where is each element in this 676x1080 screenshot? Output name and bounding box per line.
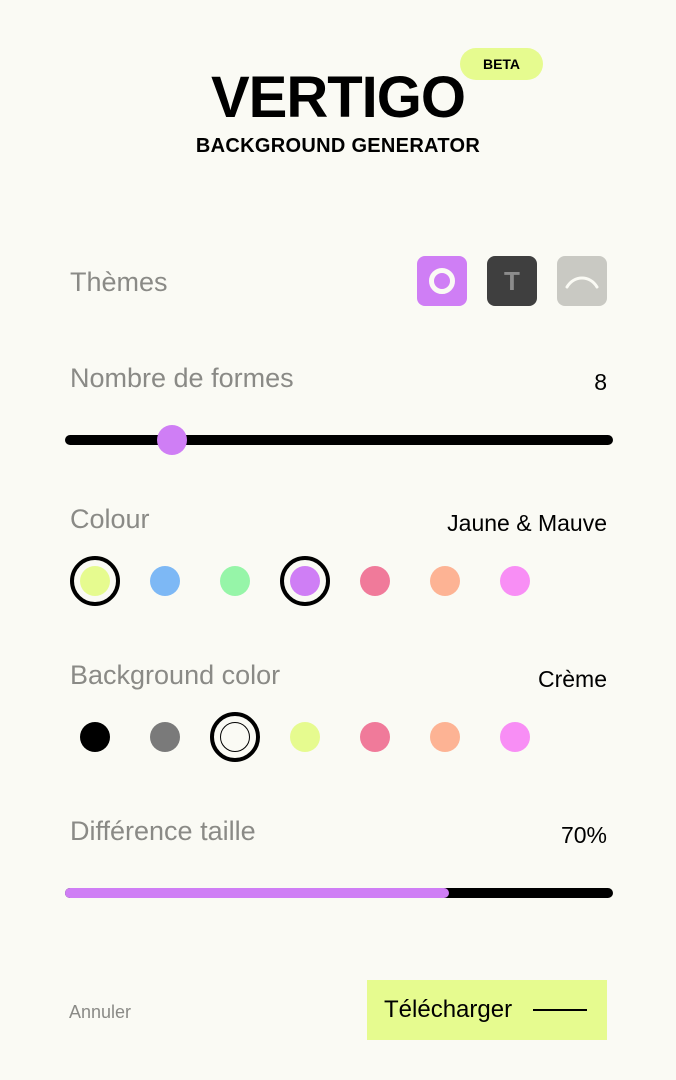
theme-wave-button[interactable] (557, 256, 607, 306)
colour-swatch-dot (360, 566, 390, 596)
beta-badge: BETA (460, 48, 543, 80)
colour-swatch-dot (80, 566, 110, 596)
app-subtitle: BACKGROUND GENERATOR (195, 135, 481, 157)
colour-swatch[interactable] (490, 556, 540, 606)
background-color-label: Background color (70, 660, 281, 690)
background-color-swatch[interactable] (490, 712, 540, 762)
shapes-value: 8 (594, 369, 607, 395)
background-color-swatch-dot (220, 722, 250, 752)
background-color-value: Crème (537, 666, 607, 692)
download-label: Télécharger (384, 996, 513, 1023)
colour-value: Jaune & Mauve (447, 510, 607, 536)
background-color-swatch-dot (80, 722, 110, 752)
background-color-swatch-dot (360, 722, 390, 752)
colour-swatch[interactable] (280, 556, 330, 606)
letter-t-icon: T (504, 265, 520, 296)
background-color-swatch[interactable] (210, 712, 260, 762)
arrow-line-icon (533, 1009, 588, 1011)
colour-swatch[interactable] (70, 556, 120, 606)
colour-swatch-dot (290, 566, 320, 596)
background-color-swatch-dot (150, 722, 180, 752)
shapes-slider-knob[interactable] (156, 425, 187, 455)
circle-ring-icon (429, 268, 455, 294)
size-difference-slider-track[interactable] (65, 888, 613, 898)
colour-swatch[interactable] (140, 556, 190, 606)
cancel-link[interactable]: Annuler (69, 1002, 131, 1023)
download-button[interactable]: Télécharger (367, 980, 607, 1040)
theme-text-button[interactable]: T (487, 256, 537, 306)
theme-circle-button[interactable] (417, 256, 467, 306)
colour-label: Colour (70, 504, 150, 534)
colour-swatch[interactable] (350, 556, 400, 606)
colour-swatch-dot (150, 566, 180, 596)
wave-icon (565, 276, 599, 289)
background-color-swatch[interactable] (70, 712, 120, 762)
colour-swatch[interactable] (420, 556, 470, 606)
background-color-swatch-dot (290, 722, 320, 752)
colour-swatch-dot (500, 566, 530, 596)
size-difference-label: Différence taille (70, 816, 256, 846)
background-color-swatch[interactable] (350, 712, 400, 762)
background-color-swatch-dot (500, 722, 530, 752)
colour-swatch-dot (220, 566, 250, 596)
shapes-slider-track[interactable] (65, 435, 613, 445)
background-color-swatch[interactable] (140, 712, 190, 762)
colour-swatch[interactable] (210, 556, 260, 606)
shapes-label: Nombre de formes (70, 363, 294, 393)
background-color-swatch[interactable] (280, 712, 330, 762)
background-color-swatch-dot (430, 722, 460, 752)
colour-swatch-dot (430, 566, 460, 596)
themes-label: Thèmes (70, 267, 168, 297)
size-difference-value: 70% (560, 822, 607, 848)
background-color-swatch[interactable] (420, 712, 470, 762)
app-title: VERTIGO (210, 65, 466, 130)
size-difference-slider-fill (65, 888, 449, 898)
